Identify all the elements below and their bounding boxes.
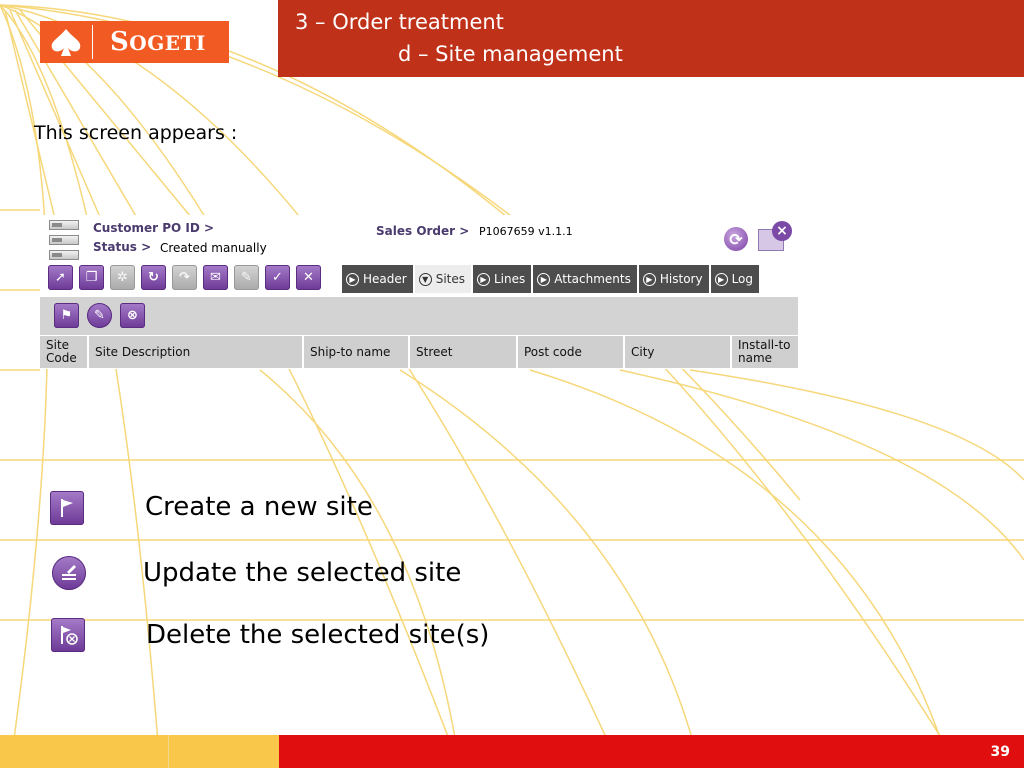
validate-icon[interactable]: ✓ [265,265,290,290]
legend-delete-text: Delete the selected site(s) [146,620,490,650]
sites-toolbar: ⚑ ✎ ⊗ [54,303,145,328]
mail-icon[interactable]: ✉ [203,265,228,290]
footer-yellow-band [0,735,279,768]
tab-sites[interactable]: ▼ Sites [414,265,473,293]
sales-order-value: P1067659 v1.1.1 [479,225,573,238]
page-number: 39 [990,744,1010,760]
delete-site-icon[interactable]: ⊗ [120,303,145,328]
refresh-check-icon[interactable]: ↻ [141,265,166,290]
delete-site-icon [51,618,85,652]
sites-table-header: Site Code Site Description Ship-to name … [40,336,798,368]
forward-icon[interactable]: ↷ [172,265,197,290]
arrow-circle-icon: ▶ [477,272,490,286]
form-icon [49,220,79,260]
settings-icon[interactable]: ✲ [110,265,135,290]
spade-icon [40,21,92,63]
tab-attachments[interactable]: ▶ Attachments [533,265,639,293]
sales-order-label[interactable]: Sales Order > [376,224,469,238]
column-header[interactable]: Install-to name [732,336,798,368]
tab-log[interactable]: ▶ Log [710,265,760,293]
column-header[interactable]: Street [410,336,518,368]
column-header[interactable]: Site Code [40,336,89,368]
column-header[interactable]: Site Description [89,336,304,368]
column-header[interactable]: City [625,336,732,368]
column-header[interactable]: Post code [518,336,625,368]
tab-history[interactable]: ▶ History [638,265,711,293]
flag-icon [50,491,84,525]
tab-bar: ▶ Header ▼ Sites ▶ Lines ▶ Attachments ▶ Hist… [342,265,760,293]
slide-title: 3 – Order treatment [295,10,504,34]
arrow-circle-icon: ▶ [537,272,551,286]
update-site-icon[interactable]: ✎ [87,303,112,328]
title-bar: 3 – Order treatment d – Site management [278,0,1024,77]
chevron-circle-icon: ▼ [418,272,432,286]
slide-subtitle: d – Site management [398,42,623,66]
intro-text: This screen appears : [34,122,238,144]
sign-icon[interactable]: ✎ [234,265,259,290]
action-toolbar: ➚ ❐ ✲ ↻ ↷ ✉ ✎ ✓ ✕ [48,265,321,293]
sites-toolbar-band [40,297,798,335]
sogeti-logo: SOGETI [40,21,229,63]
refresh-icon[interactable]: ⟳ [724,227,748,251]
legend-update-text: Update the selected site [143,558,462,588]
copy-icon[interactable]: ❐ [79,265,104,290]
status-value: Created manually [160,241,267,255]
tab-lines[interactable]: ▶ Lines [473,265,534,293]
arrow-circle-icon: ▶ [714,272,728,286]
tab-header[interactable]: ▶ Header [342,265,415,293]
app-screenshot: Customer PO ID > Status > Created manual… [40,215,798,369]
arrow-circle-icon: ▶ [642,272,656,286]
logo-text: SOGETI [110,27,206,57]
footer-red-band [279,735,1024,768]
customer-po-label[interactable]: Customer PO ID > [93,221,214,235]
next-icon[interactable]: ➚ [48,265,73,290]
cancel-icon[interactable]: ✕ [296,265,321,290]
background-curves [0,4,1024,768]
close-window-icon[interactable]: × [758,221,794,253]
create-site-flag-icon[interactable]: ⚑ [54,303,79,328]
column-header[interactable]: Ship-to name [304,336,410,368]
legend-create-text: Create a new site [145,492,373,522]
status-label: Status > [93,240,152,254]
edit-site-icon [52,556,86,590]
arrow-circle-icon: ▶ [346,272,359,286]
